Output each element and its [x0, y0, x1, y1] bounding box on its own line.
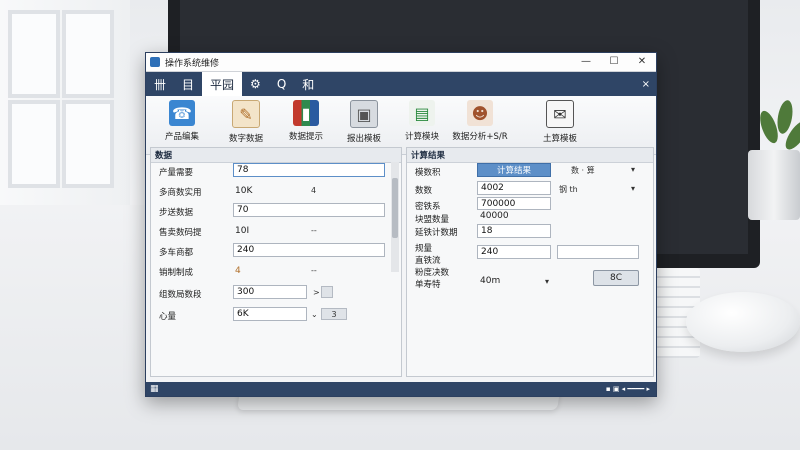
menu-item-more[interactable]: 和 [294, 72, 322, 96]
reset-button[interactable]: 8C [593, 270, 639, 286]
field-label: 多车商都 [159, 248, 194, 258]
ribbon-button-digital[interactable]: ✎ 数字数据 [216, 100, 276, 144]
chevron-down-icon[interactable]: ▾ [545, 277, 549, 286]
menu-bar: 卌 目 平园 ⚙ Q 和 × [146, 72, 656, 96]
chevron-down-icon[interactable]: ▾ [631, 165, 635, 174]
status-bar: ▦ ▪ ▣ ◂ ━━━━ ▸ [146, 382, 656, 396]
ribbon-label: 土算模板 [542, 134, 577, 144]
app-window: 操作系统维修 — ☐ ✕ 卌 目 平园 ⚙ Q 和 × ☎ 产品编集 ✎ 数字数… [145, 52, 657, 397]
ribbon-button-envelope[interactable]: ✉ 土算模板 [530, 100, 590, 144]
result-panel: 计算结果 模数积 计算结果 数 · 算 ▾ 数数 4002 钢 th ▾ 密铁系… [406, 147, 654, 377]
chart-icon: ▤ [409, 100, 435, 126]
envelope-icon: ✉ [546, 100, 574, 128]
field-label: 产量需要 [159, 168, 194, 178]
field-label: 心量 [159, 312, 177, 322]
ribbon-button-product[interactable]: ☎ 产品编集 [152, 100, 212, 142]
menu-item-settings[interactable]: ⚙ [242, 72, 269, 96]
field-label: 密铁系 [415, 202, 441, 212]
input-field[interactable]: 6K [233, 307, 307, 321]
panel-title: 数据 [151, 148, 401, 163]
close-button[interactable]: ✕ [628, 53, 656, 71]
people-icon: ☻ [467, 100, 493, 126]
chevron-down-icon[interactable]: ▾ [631, 184, 635, 193]
calculate-button[interactable]: 计算结果 [477, 163, 551, 177]
grid-icon[interactable]: ▦ [150, 384, 159, 394]
ribbon-label: 产品编集 [164, 132, 199, 142]
field-value: 10I [235, 226, 250, 236]
window-pane [8, 100, 60, 188]
input-field[interactable]: 70 [233, 203, 385, 217]
mouse [686, 292, 800, 352]
scrollbar[interactable] [391, 162, 399, 272]
dropdown-value[interactable]: 数 · 算 [571, 165, 595, 176]
field-label: 售卖数码提 [159, 228, 202, 238]
maximize-button[interactable]: ☐ [600, 53, 628, 71]
ribbon-label: 数据提示 [288, 132, 323, 142]
data-panel: 数据 产量需要 78 多商数实用 10K 4 步送数据 70 售卖数码提 10I… [150, 147, 402, 377]
field-extra: -- [311, 266, 317, 275]
field-label: 单寿特 [415, 280, 441, 290]
input-field[interactable]: 18 [477, 224, 551, 238]
input-field[interactable]: 4002 [477, 181, 551, 195]
field-label: 规量 [415, 244, 433, 254]
ribbon-button-tips[interactable]: ▮ 数据提示 [276, 100, 336, 142]
title-bar: 操作系统维修 — ☐ ✕ [146, 53, 656, 72]
ribbon-button-analysis[interactable]: ☻ 数据分析+S/R [450, 100, 510, 142]
field-label: 粉度决数 [415, 268, 450, 278]
scrollbar-thumb[interactable] [392, 178, 398, 238]
field-value: 4 [235, 266, 241, 276]
field-extra: 4 [311, 186, 317, 195]
input-field[interactable]: 240 [477, 245, 551, 259]
app-icon [150, 57, 160, 67]
field-label: 组数局数段 [159, 290, 202, 300]
ribbon-label: 数字数据 [228, 134, 263, 144]
minimize-button[interactable]: — [572, 53, 600, 71]
box-icon: ▣ [350, 100, 378, 128]
input-field-empty[interactable] [557, 245, 639, 259]
field-label: 数数 [415, 186, 433, 196]
ribbon-button-calc[interactable]: ▤ 计算模块 [392, 100, 452, 142]
field-extra: -- [311, 226, 317, 235]
books-icon: ▮ [293, 100, 319, 126]
field-label: 销制制成 [159, 268, 194, 278]
input-field[interactable]: 78 [233, 163, 385, 177]
chevron-down-icon[interactable]: ⌄ [311, 310, 318, 319]
close-icon[interactable]: × [642, 79, 650, 90]
ribbon-button-template[interactable]: ▣ 报出模板 [334, 100, 394, 144]
status-indicators: ▪ ▣ ◂ ━━━━ ▸ [605, 385, 650, 393]
phone-icon: ☎ [169, 100, 195, 126]
menu-item-list[interactable]: 目 [174, 72, 202, 96]
field-label: 模数积 [415, 168, 441, 178]
menu-item-home[interactable]: 平园 [202, 72, 243, 96]
input-field[interactable]: 700000 [477, 197, 551, 210]
field-value: 40000 [480, 211, 509, 221]
window-pane [8, 10, 60, 98]
input-field[interactable]: 240 [233, 243, 385, 257]
menu-item-grid[interactable]: 卌 [146, 72, 174, 96]
spinner-button[interactable] [321, 286, 333, 298]
menu-item-search[interactable]: Q [269, 72, 294, 96]
window-title: 操作系统维修 [165, 58, 220, 69]
ribbon-label: 计算模块 [404, 132, 439, 142]
ribbon-label: 数据分析+S/R [452, 132, 508, 142]
document-icon: ✎ [232, 100, 260, 128]
plant-pot [748, 150, 800, 220]
panel-title: 计算结果 [407, 148, 653, 163]
window-pane [62, 100, 114, 188]
window-pane [62, 10, 114, 98]
dropdown-value[interactable]: 40m [480, 276, 500, 286]
field-label: 延铁计数期 [415, 228, 458, 238]
field-extra: > [313, 288, 320, 297]
spinner-button[interactable]: 3 [321, 308, 347, 320]
field-extra: 钢 th [559, 185, 578, 194]
ribbon-label: 报出模板 [346, 134, 381, 144]
field-label: 块盟数量 [415, 215, 450, 225]
background-window [0, 0, 130, 210]
field-value: 10K [235, 186, 253, 196]
input-field[interactable]: 300 [233, 285, 307, 299]
field-label: 直铁流 [415, 256, 441, 266]
field-label: 多商数实用 [159, 188, 202, 198]
field-label: 步送数据 [159, 208, 194, 218]
